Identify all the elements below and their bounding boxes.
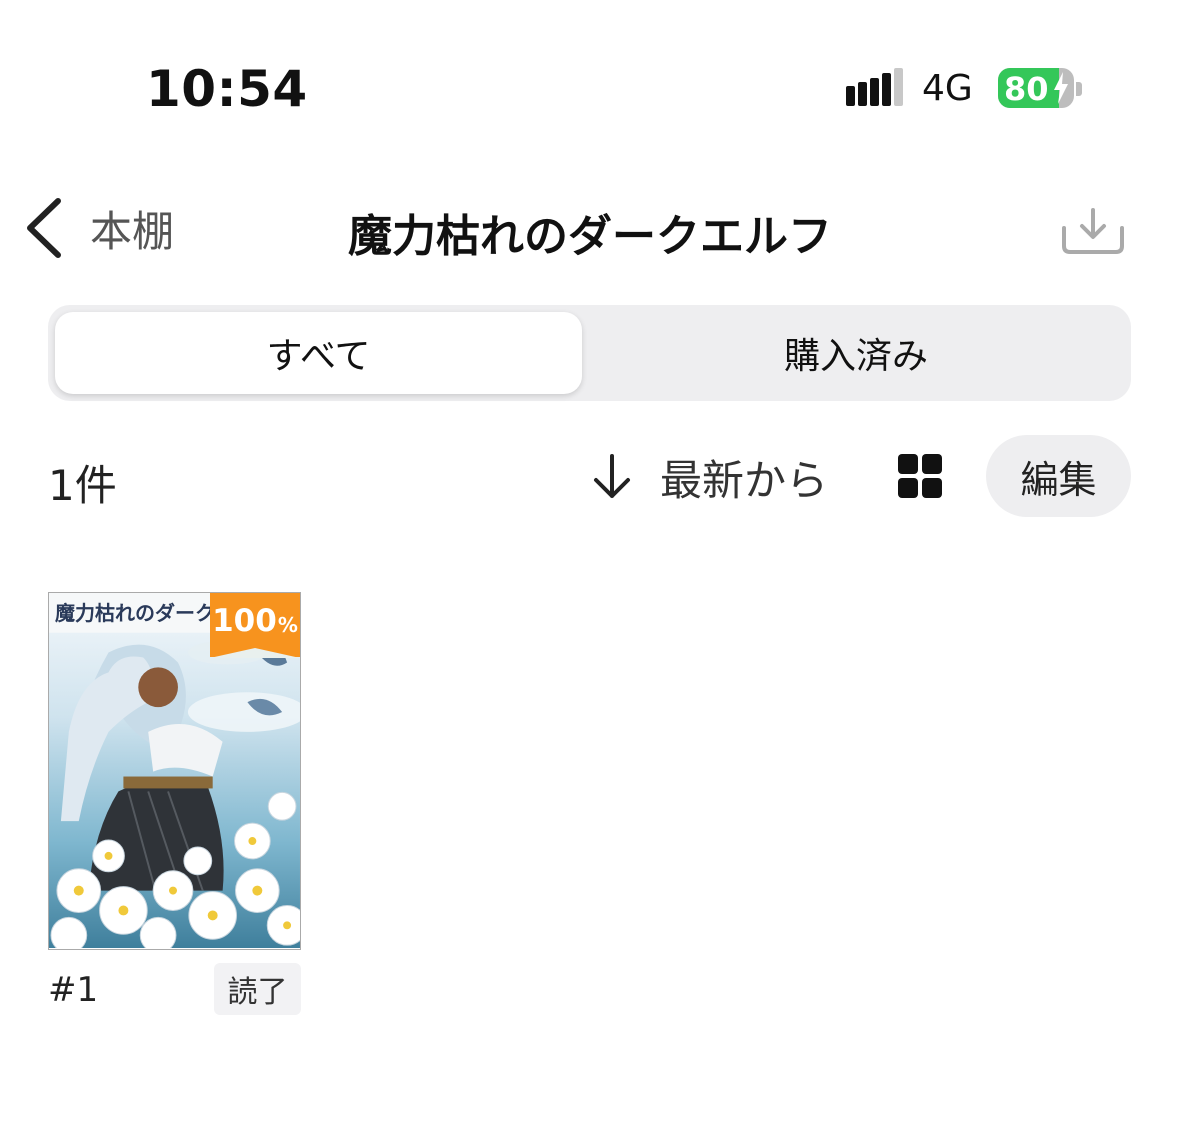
- download-icon[interactable]: [1060, 206, 1126, 256]
- battery-cap: [1076, 82, 1082, 96]
- battery-percent: 80: [1004, 70, 1049, 108]
- chevron-left-icon: [27, 198, 61, 258]
- item-count: 1件: [48, 461, 117, 510]
- signal-icon: [846, 68, 906, 106]
- sort-button[interactable]: 最新から: [590, 448, 828, 506]
- sort-label: 最新から: [660, 455, 829, 505]
- charging-bolt-icon: [1054, 72, 1068, 104]
- page-title: 魔力枯れのダークエルフ: [348, 211, 832, 262]
- status-badge: 読了: [214, 963, 301, 1015]
- progress-badge: 100%: [210, 593, 300, 658]
- edit-button[interactable]: 編集: [986, 435, 1131, 517]
- back-label: 本棚: [90, 206, 175, 256]
- progress-unit: %: [277, 613, 298, 637]
- grid-view-icon[interactable]: [898, 454, 942, 498]
- book-number: #1: [48, 970, 99, 1010]
- segment-all[interactable]: すべて: [55, 312, 582, 394]
- segment-purchased[interactable]: 購入済み: [588, 312, 1124, 394]
- back-button[interactable]: 本棚: [22, 196, 174, 260]
- progress-value: 100: [212, 603, 277, 639]
- arrow-down-icon: [594, 454, 630, 498]
- segmented-control: すべて 購入済み: [48, 305, 1131, 401]
- status-time: 10:54: [146, 60, 308, 118]
- cover-title: 魔力枯れのダークエ: [55, 601, 235, 625]
- network-type: 4G: [922, 68, 973, 109]
- book-cover[interactable]: 魔力枯れのダークエ 100%: [48, 592, 301, 950]
- battery-icon: 80: [998, 68, 1074, 108]
